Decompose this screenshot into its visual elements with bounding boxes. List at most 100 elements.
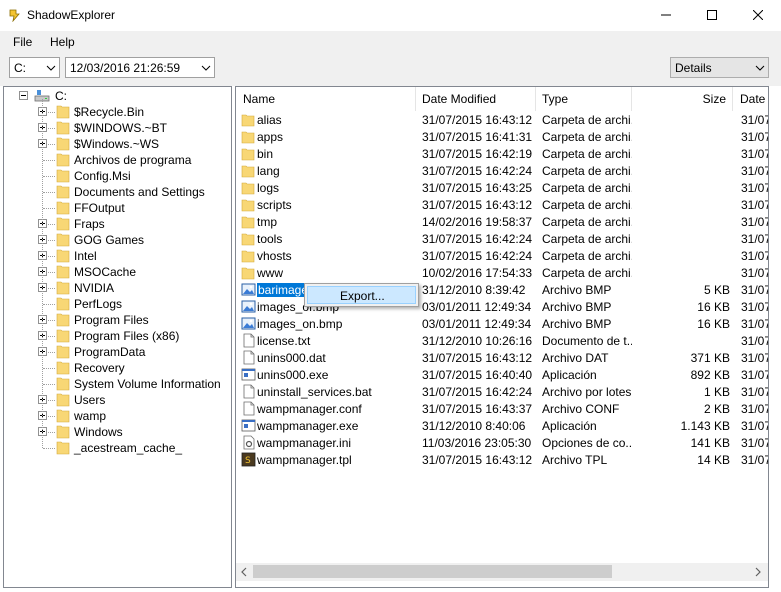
file-row[interactable]: scripts 31/07/2015 16:43:12 Carpeta de arc…: [236, 196, 768, 213]
tree-item[interactable]: Users: [4, 392, 231, 408]
drive-select[interactable]: C:: [9, 57, 60, 78]
tree-item[interactable]: _acestream_cache_: [4, 440, 231, 456]
horizontal-scrollbar[interactable]: [236, 563, 768, 581]
file-type: Carpeta de archi...: [542, 164, 632, 178]
folder-tree[interactable]: C: $Recycle.Bin $WINDOWS.~BT $Windows.~WS A…: [3, 86, 232, 588]
file-date-modified-text: 31/12/2010 8:39:42: [422, 283, 526, 297]
tree-item[interactable]: $Windows.~WS: [4, 136, 231, 152]
file-list[interactable]: Name Date Modified Type Size Date alias 3…: [235, 86, 769, 588]
file-date-text: 31/07: [741, 351, 769, 365]
file-size: 1 KB: [638, 385, 730, 399]
tree-item[interactable]: Windows: [4, 424, 231, 440]
column-date[interactable]: Date: [733, 87, 768, 111]
file-size: 892 KB: [638, 368, 730, 382]
title-bar: ShadowExplorer: [0, 0, 781, 31]
file-row[interactable]: apps 31/07/2015 16:41:31 Carpeta de archi.…: [236, 128, 768, 145]
file-row[interactable]: tmp 14/02/2016 19:58:37 Carpeta de archi..…: [236, 213, 768, 230]
folder-icon: [241, 267, 255, 280]
folder-icon: [56, 361, 70, 375]
file-date-modified: 31/07/2015 16:41:31: [422, 130, 537, 144]
file-name-text: license.txt: [257, 334, 311, 348]
tree-item[interactable]: wamp: [4, 408, 231, 424]
scrollbar-thumb[interactable]: [253, 565, 612, 578]
file-size: 14 KB: [638, 453, 730, 467]
file-size-text: 16 KB: [697, 317, 730, 331]
file-row[interactable]: unins000.exe 31/07/2015 16:40:40 Aplicació…: [236, 366, 768, 383]
tree-item[interactable]: $WINDOWS.~BT: [4, 120, 231, 136]
column-name[interactable]: Name: [236, 87, 416, 111]
tree-item[interactable]: Program Files: [4, 312, 231, 328]
scroll-left-icon[interactable]: [239, 567, 249, 577]
file-date-text: 31/07: [741, 198, 769, 212]
file-date-modified-text: 31/07/2015 16:43:12: [422, 113, 533, 127]
tree-item[interactable]: Documents and Settings: [4, 184, 231, 200]
file-row[interactable]: wampmanager.exe 31/12/2010 8:40:06 Aplicac…: [236, 417, 768, 434]
tree-item[interactable]: System Volume Information: [4, 376, 231, 392]
view-mode-value: Details: [675, 61, 712, 75]
file-date: 31/07: [741, 198, 769, 212]
bitmap-icon: [241, 283, 256, 296]
collapse-icon[interactable]: [19, 91, 28, 100]
column-date-modified[interactable]: Date Modified: [416, 87, 536, 111]
tree-item[interactable]: ProgramData: [4, 344, 231, 360]
snapshot-date-select[interactable]: 12/03/2016 21:26:59: [65, 57, 215, 78]
file-date-modified-text: 31/07/2015 16:41:31: [422, 130, 533, 144]
file-row[interactable]: unins000.dat 31/07/2015 16:43:12 Archivo D…: [236, 349, 768, 366]
tree-item[interactable]: Fraps: [4, 216, 231, 232]
file-size-text: 14 KB: [697, 453, 730, 467]
file-row[interactable]: lang 31/07/2015 16:42:24 Carpeta de archi.…: [236, 162, 768, 179]
tree-item[interactable]: $Recycle.Bin: [4, 104, 231, 120]
tree-root[interactable]: C:: [4, 88, 231, 104]
export-menu-item[interactable]: Export...: [307, 286, 416, 304]
menu-help[interactable]: Help: [50, 35, 75, 49]
file-date: 31/07: [741, 232, 768, 246]
file-row[interactable]: license.txt 31/12/2010 10:26:16 Documento …: [236, 332, 768, 349]
chevron-down-icon: [755, 65, 765, 71]
tree-item[interactable]: Archivos de programa: [4, 152, 231, 168]
file-date: 31/07: [741, 130, 768, 144]
close-button[interactable]: [735, 0, 781, 30]
tree-item[interactable]: GOG Games: [4, 232, 231, 248]
file-date-text: 31/07: [741, 283, 769, 297]
tree-item-label: GOG Games: [74, 233, 145, 247]
file-row[interactable]: www 10/02/2016 17:54:33 Carpeta de archi..…: [236, 264, 768, 281]
tree-item[interactable]: Recovery: [4, 360, 231, 376]
folder-icon: [56, 393, 70, 407]
file-type: Archivo CONF: [542, 402, 632, 416]
view-mode-select[interactable]: Details: [670, 57, 769, 78]
file-date-text: 31/07: [741, 453, 769, 467]
tree-item[interactable]: PerfLogs: [4, 296, 231, 312]
tree-item[interactable]: FFOutput: [4, 200, 231, 216]
tree-item[interactable]: Config.Msi: [4, 168, 231, 184]
tree-item[interactable]: NVIDIA: [4, 280, 231, 296]
file-date-modified: 10/02/2016 17:54:33: [422, 266, 537, 280]
folder-icon: [56, 313, 70, 327]
maximize-button[interactable]: [689, 0, 735, 30]
tree-item[interactable]: Intel: [4, 248, 231, 264]
folder-icon: [56, 377, 70, 391]
file-row[interactable]: tools 31/07/2015 16:42:24 Carpeta de archi…: [236, 230, 768, 247]
file-row[interactable]: uninstall_services.bat 31/07/2015 16:42:2…: [236, 383, 768, 400]
tree-item-label: _acestream_cache_: [74, 441, 183, 455]
app-icon: [9, 9, 20, 22]
file-row[interactable]: vhosts 31/07/2015 16:42:24 Carpeta de arch…: [236, 247, 768, 264]
menu-file[interactable]: File: [13, 35, 32, 49]
file-row[interactable]: Swampmanager.tpl 31/07/2015 16:43:12 Archi…: [236, 451, 768, 468]
tree-item[interactable]: Program Files (x86): [4, 328, 231, 344]
file-row[interactable]: wampmanager.conf 31/07/2015 16:43:37 Archi…: [236, 400, 768, 417]
scroll-right-icon[interactable]: [753, 567, 763, 577]
file-row[interactable]: bin 31/07/2015 16:42:19 Carpeta de archi..…: [236, 145, 768, 162]
column-type[interactable]: Type: [536, 87, 632, 111]
file-type-text: Carpeta de archi...: [542, 215, 632, 229]
tree-item[interactable]: MSOCache: [4, 264, 231, 280]
file-name: unins000.exe: [257, 368, 416, 382]
file-row[interactable]: images_on.bmp 03/01/2011 12:49:34 Archivo …: [236, 315, 768, 332]
file-row[interactable]: logs 31/07/2015 16:43:25 Carpeta de archi.…: [236, 179, 768, 196]
column-size[interactable]: Size: [632, 87, 733, 111]
file-date-modified: 31/12/2010 10:26:16: [422, 334, 537, 348]
tree-item-label: ProgramData: [74, 345, 146, 359]
file-row[interactable]: wampmanager.ini 11/03/2016 23:05:30 Opcion…: [236, 434, 768, 451]
tree-item-label: NVIDIA: [74, 281, 115, 295]
minimize-button[interactable]: [643, 0, 689, 30]
file-row[interactable]: alias 31/07/2015 16:43:12 Carpeta de archi…: [236, 111, 768, 128]
